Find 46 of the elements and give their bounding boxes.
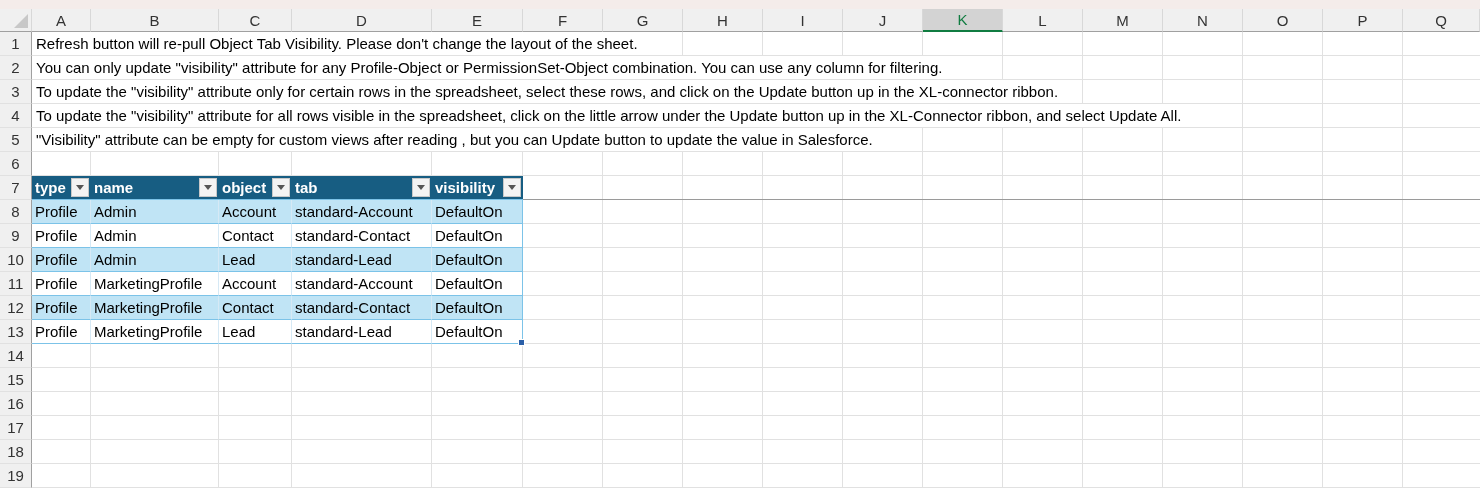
row-header[interactable]: 9 — [0, 224, 32, 248]
column-label: visibility — [435, 179, 496, 196]
column-header[interactable]: N — [1163, 9, 1243, 32]
table-cell: Lead — [219, 320, 292, 344]
column-header[interactable]: G — [603, 9, 683, 32]
column-header[interactable]: F — [523, 9, 603, 32]
row-header[interactable]: 8 — [0, 200, 32, 224]
row-header[interactable]: 3 — [0, 80, 32, 104]
row-header[interactable]: 18 — [0, 440, 32, 464]
column-header[interactable]: O — [1243, 9, 1323, 32]
column-label: name — [94, 179, 134, 196]
row-header[interactable]: 11 — [0, 272, 32, 296]
row-header[interactable]: 19 — [0, 464, 32, 488]
column-header[interactable]: B — [91, 9, 219, 32]
table-cell: Profile — [32, 320, 91, 344]
column-header[interactable]: D — [292, 9, 432, 32]
column-header[interactable]: J — [843, 9, 923, 32]
table-cell: standard-Lead — [292, 320, 432, 344]
row-header[interactable]: 15 — [0, 368, 32, 392]
row-header[interactable]: 17 — [0, 416, 32, 440]
table-cell: MarketingProfile — [91, 320, 219, 344]
column-header[interactable]: L — [1003, 9, 1083, 32]
row-header[interactable]: 12 — [0, 296, 32, 320]
column-header[interactable]: H — [683, 9, 763, 32]
row-header[interactable]: 16 — [0, 392, 32, 416]
row-header[interactable]: 2 — [0, 56, 32, 80]
column-header[interactable]: M — [1083, 9, 1163, 32]
column-label: tab — [295, 179, 318, 196]
column-header[interactable]: K — [923, 9, 1003, 32]
column-header[interactable]: Q — [1403, 9, 1480, 32]
row-header[interactable]: 7 — [0, 176, 32, 200]
row-header[interactable]: 13 — [0, 320, 32, 344]
column-header[interactable]: E — [432, 9, 523, 32]
column-label: object — [222, 179, 267, 196]
row-header[interactable]: 5 — [0, 128, 32, 152]
row-header[interactable]: 1 — [0, 32, 32, 56]
column-label: type — [35, 179, 66, 196]
column-header[interactable]: A — [32, 9, 91, 32]
row-header[interactable]: 4 — [0, 104, 32, 128]
column-header[interactable]: P — [1323, 9, 1403, 32]
column-header[interactable]: I — [763, 9, 843, 32]
row-header[interactable]: 14 — [0, 344, 32, 368]
table-cell: DefaultOn — [432, 320, 523, 344]
column-header[interactable]: C — [219, 9, 292, 32]
row-header[interactable]: 6 — [0, 152, 32, 176]
row-header[interactable]: 10 — [0, 248, 32, 272]
